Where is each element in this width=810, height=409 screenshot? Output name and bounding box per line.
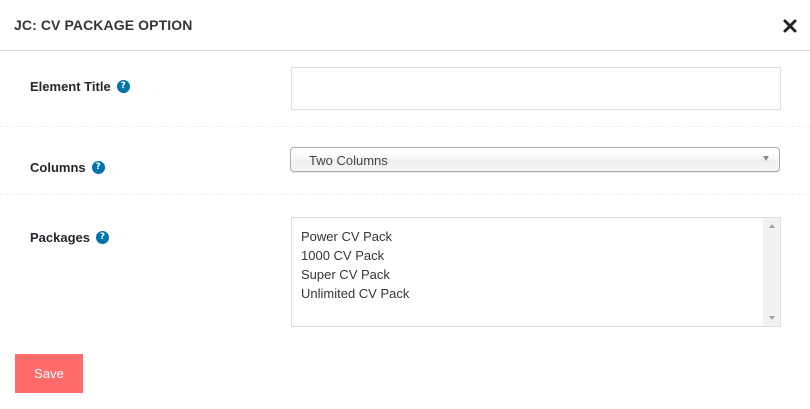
- modal-title: JC: CV PACKAGE OPTION: [14, 17, 193, 33]
- scrollbar[interactable]: [763, 218, 780, 326]
- packages-row: Packages ? Power CV Pack 1000 CV Pack Su…: [0, 195, 810, 345]
- packages-options: Power CV Pack 1000 CV Pack Super CV Pack…: [301, 227, 409, 303]
- list-item[interactable]: Unlimited CV Pack: [301, 284, 409, 303]
- element-title-label: Element Title: [30, 79, 111, 94]
- chevron-down-icon: [763, 156, 769, 161]
- list-item[interactable]: Super CV Pack: [301, 265, 409, 284]
- help-icon[interactable]: ?: [91, 161, 105, 174]
- packages-label: Packages: [30, 230, 90, 245]
- columns-selected-value: Two Columns: [309, 153, 388, 168]
- help-icon[interactable]: ?: [96, 231, 109, 244]
- packages-label-group: Packages ?: [30, 230, 109, 245]
- list-item[interactable]: Power CV Pack: [301, 227, 409, 246]
- close-icon[interactable]: [780, 16, 800, 36]
- scroll-up-icon[interactable]: [769, 224, 775, 228]
- columns-label: Columns: [30, 160, 86, 175]
- element-title-label-group: Element Title ?: [30, 79, 130, 94]
- element-title-row: Element Title ?: [0, 51, 810, 127]
- packages-multiselect[interactable]: Power CV Pack 1000 CV Pack Super CV Pack…: [291, 217, 781, 327]
- list-item[interactable]: 1000 CV Pack: [301, 246, 409, 265]
- element-title-input[interactable]: [291, 67, 781, 110]
- columns-row: Columns ? Two Columns: [0, 127, 810, 195]
- columns-label-group: Columns ?: [30, 160, 105, 175]
- scroll-down-icon[interactable]: [769, 316, 775, 320]
- save-button[interactable]: Save: [15, 354, 83, 393]
- help-icon[interactable]: ?: [116, 80, 130, 93]
- modal-header: JC: CV PACKAGE OPTION: [0, 0, 810, 51]
- columns-select[interactable]: Two Columns: [290, 147, 780, 172]
